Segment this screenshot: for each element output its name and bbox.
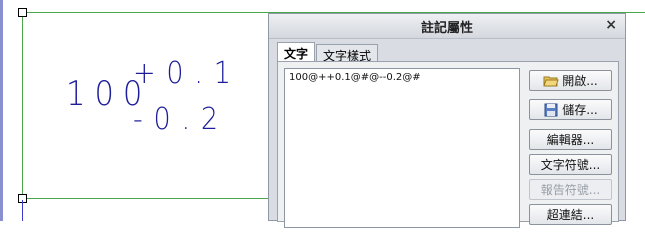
open-button-label: 開啟... — [562, 74, 598, 88]
annotation-upper-tolerance[interactable]: +0.1 — [133, 56, 242, 91]
corner-handle-top[interactable] — [18, 8, 27, 17]
annotation-lower-tolerance[interactable]: -0.2 — [133, 102, 229, 137]
save-disk-icon — [543, 103, 559, 117]
folder-open-icon — [543, 74, 559, 88]
hyperlink-button[interactable]: 超連結... — [529, 204, 612, 225]
report-symbol-button-label: 報告符號... — [540, 183, 601, 197]
note-properties-dialog: 註記屬性 × 文字 文字樣式 100@++0.1@#@--0.2@# 開啟...… — [268, 13, 626, 228]
note-text-area[interactable]: 100@++0.1@#@--0.2@# — [284, 68, 520, 228]
blue-guide-line — [22, 200, 23, 221]
canvas-left-edge — [0, 0, 3, 221]
sheet-border-left — [22, 12, 23, 199]
save-button-label: 儲存... — [562, 103, 598, 117]
text-symbol-button[interactable]: 文字符號... — [529, 154, 612, 175]
report-symbol-button[interactable]: 報告符號... — [529, 179, 612, 200]
sheet-border-bottom — [22, 198, 268, 199]
save-button[interactable]: 儲存... — [529, 99, 612, 120]
text-symbol-button-label: 文字符號... — [540, 158, 601, 172]
hyperlink-button-label: 超連結... — [546, 208, 595, 222]
dialog-title: 註記屬性 — [420, 20, 473, 36]
editor-button[interactable]: 編輯器... — [529, 129, 612, 150]
editor-button-label: 編輯器... — [546, 133, 595, 147]
tab-text[interactable]: 文字 — [277, 42, 316, 63]
tab-bar: 文字 文字樣式 — [277, 42, 379, 63]
open-button[interactable]: 開啟... — [529, 70, 612, 91]
tab-panel-text: 100@++0.1@#@--0.2@# 開啟... 儲存... 編輯器... 文… — [277, 61, 619, 228]
dialog-titlebar[interactable]: 註記屬性 × — [269, 14, 625, 39]
close-icon[interactable]: × — [605, 17, 617, 33]
